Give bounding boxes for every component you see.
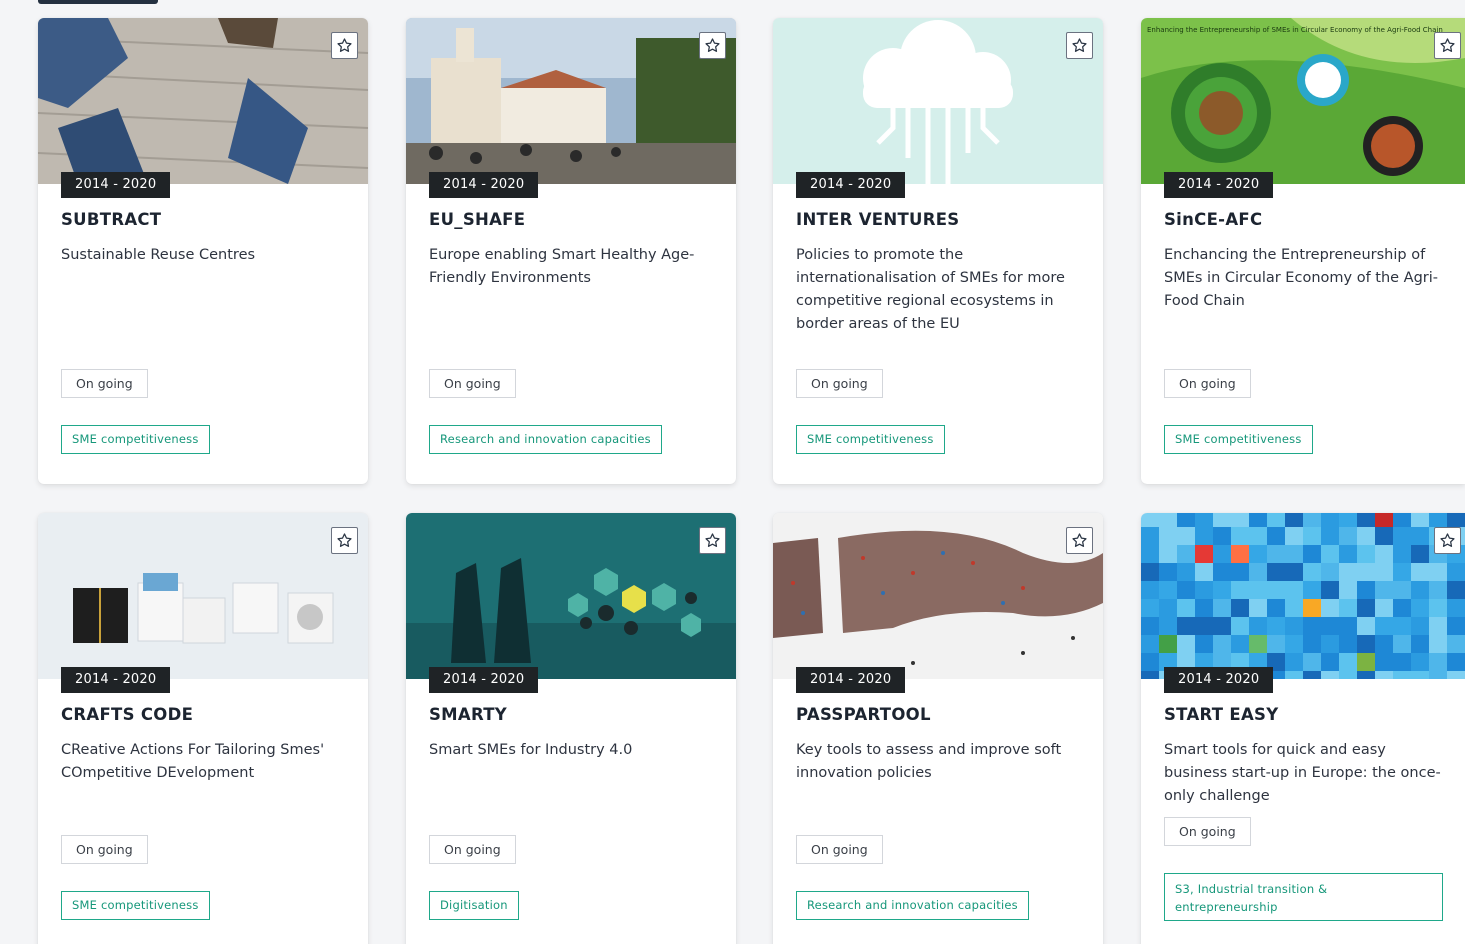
topic-tag[interactable]: Digitisation: [429, 891, 519, 920]
image-caption: Enhancing the Entrepreneurship of SMEs i…: [1147, 26, 1443, 34]
star-outline-icon: [1440, 533, 1455, 547]
star-outline-icon: [337, 533, 352, 547]
period-badge: 2014 - 2020: [1164, 172, 1274, 198]
section-heading-fragment: [38, 0, 158, 4]
topic-tag[interactable]: SME competitiveness: [796, 425, 945, 454]
star-outline-icon: [1072, 38, 1087, 52]
status-badge: On going: [61, 835, 148, 864]
project-image: [38, 18, 368, 184]
favourite-button[interactable]: [331, 527, 358, 554]
project-image: [38, 513, 368, 679]
topic-tag[interactable]: SME competitiveness: [61, 891, 210, 920]
topic-tag[interactable]: S3, Industrial transition & entrepreneur…: [1164, 873, 1443, 921]
project-card-crafts-code[interactable]: 2014 - 2020 CRAFTS CODE CReative Actions…: [38, 513, 368, 944]
project-card-subtract[interactable]: 2014 - 2020 SUBTRACT Sustainable Reuse C…: [38, 18, 368, 484]
project-description: CReative Actions For Tailoring Smes' COm…: [61, 742, 325, 781]
project-card-start-easy[interactable]: 2014 - 2020 START EASY Smart tools for q…: [1141, 513, 1465, 944]
favourite-button[interactable]: [699, 527, 726, 554]
period-badge: 2014 - 2020: [796, 172, 906, 198]
status-badge: On going: [429, 369, 516, 398]
project-description: Smart SMEs for Industry 4.0: [429, 742, 633, 758]
topic-tag[interactable]: SME competitiveness: [61, 425, 210, 454]
status-badge: On going: [796, 369, 883, 398]
period-badge: 2014 - 2020: [61, 172, 171, 198]
favourite-button[interactable]: [1434, 32, 1461, 59]
project-description: Policies to promote the internationalisa…: [796, 247, 1065, 332]
project-card-eu-shafe[interactable]: 2014 - 2020 EU_SHAFE Europe enabling Sma…: [406, 18, 736, 484]
project-card-inter-ventures[interactable]: 2014 - 2020 INTER VENTURES Policies to p…: [773, 18, 1103, 484]
project-title[interactable]: INTER VENTURES: [796, 210, 960, 229]
project-title[interactable]: EU_SHAFE: [429, 210, 525, 229]
favourite-button[interactable]: [331, 32, 358, 59]
favourite-button[interactable]: [1066, 32, 1093, 59]
star-outline-icon: [1440, 38, 1455, 52]
star-outline-icon: [337, 38, 352, 52]
status-badge: On going: [796, 835, 883, 864]
topic-tag[interactable]: SME competitiveness: [1164, 425, 1313, 454]
status-badge: On going: [429, 835, 516, 864]
period-badge: 2014 - 2020: [1164, 667, 1274, 693]
project-description: Sustainable Reuse Centres: [61, 247, 256, 263]
project-title[interactable]: SinCE-AFC: [1164, 210, 1262, 229]
period-badge: 2014 - 2020: [796, 667, 906, 693]
star-outline-icon: [705, 533, 720, 547]
project-card-passpartool[interactable]: 2014 - 2020 PASSPARTOOL Key tools to ass…: [773, 513, 1103, 944]
project-title[interactable]: PASSPARTOOL: [796, 705, 931, 724]
period-badge: 2014 - 2020: [61, 667, 171, 693]
favourite-button[interactable]: [1434, 527, 1461, 554]
status-badge: On going: [61, 369, 148, 398]
project-description: Europe enabling Smart Healthy Age-Friend…: [429, 247, 695, 286]
project-card-since-afc[interactable]: Enhancing the Entrepreneurship of SMEs i…: [1141, 18, 1465, 484]
period-badge: 2014 - 2020: [429, 172, 539, 198]
star-outline-icon: [705, 38, 720, 52]
project-image: [406, 18, 736, 184]
status-badge: On going: [1164, 369, 1251, 398]
topic-tag[interactable]: Research and innovation capacities: [429, 425, 662, 454]
favourite-button[interactable]: [699, 32, 726, 59]
project-image: [406, 513, 736, 679]
project-card-smarty[interactable]: 2014 - 2020 SMARTY Smart SMEs for Indust…: [406, 513, 736, 944]
project-description: Enchancing the Entrepreneurship of SMEs …: [1164, 247, 1439, 309]
favourite-button[interactable]: [1066, 527, 1093, 554]
project-title[interactable]: SMARTY: [429, 705, 507, 724]
project-title[interactable]: START EASY: [1164, 705, 1278, 724]
project-title[interactable]: CRAFTS CODE: [61, 705, 193, 724]
project-description: Smart tools for quick and easy business …: [1164, 742, 1441, 804]
period-badge: 2014 - 2020: [429, 667, 539, 693]
project-image: [773, 18, 1103, 184]
project-image: [773, 513, 1103, 679]
project-title[interactable]: SUBTRACT: [61, 210, 161, 229]
project-image: [1141, 513, 1465, 679]
star-outline-icon: [1072, 533, 1087, 547]
status-badge: On going: [1164, 817, 1251, 846]
project-description: Key tools to assess and improve soft inn…: [796, 742, 1062, 781]
project-image: Enhancing the Entrepreneurship of SMEs i…: [1141, 18, 1465, 184]
topic-tag[interactable]: Research and innovation capacities: [796, 891, 1029, 920]
